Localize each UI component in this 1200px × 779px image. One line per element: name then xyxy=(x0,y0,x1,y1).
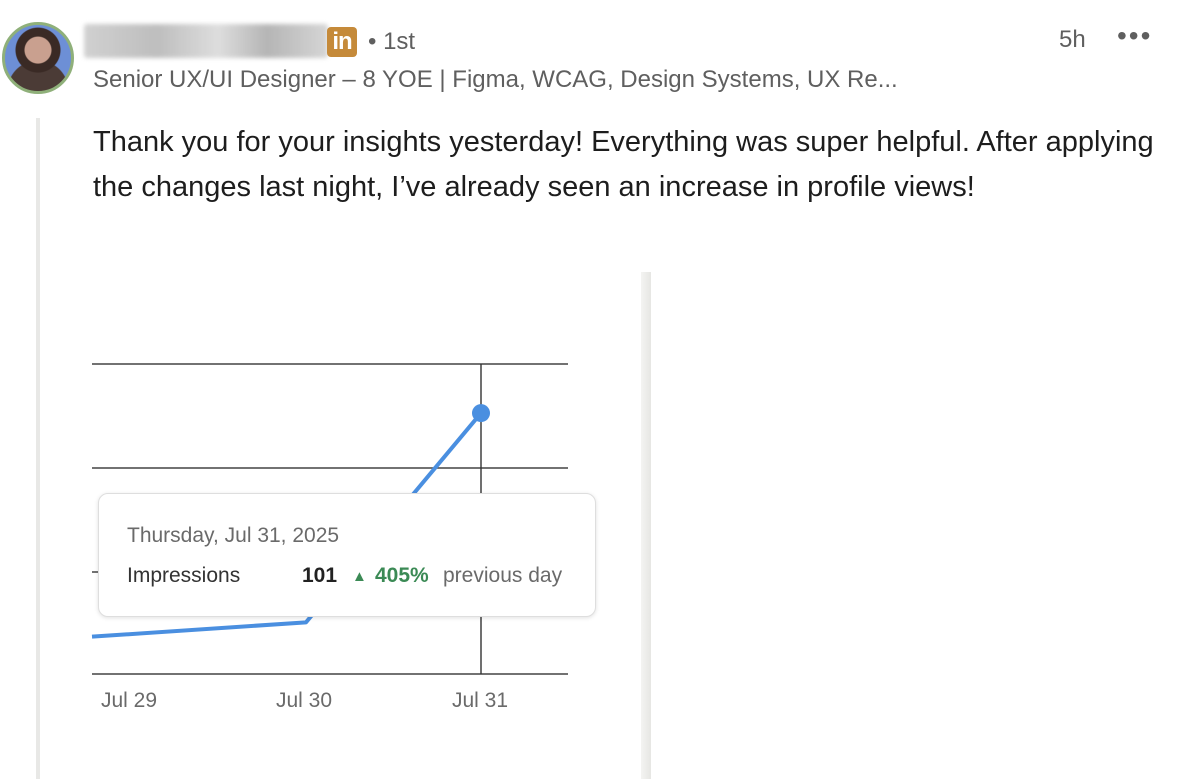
x-tick-label: Jul 29 xyxy=(101,689,158,712)
chart-tooltip: Thursday, Jul 31, 2025 Impressions 101 ▲… xyxy=(98,493,596,617)
tooltip-suffix: previous day xyxy=(443,564,563,587)
tooltip-change: 405% xyxy=(375,564,429,587)
impressions-chart xyxy=(91,363,568,675)
x-tick-label: Jul 30 xyxy=(276,689,333,712)
data-point xyxy=(472,404,490,423)
up-arrow-icon: ▲ xyxy=(352,568,367,585)
tooltip-value: 101 xyxy=(302,564,338,587)
x-tick-label: Jul 31 xyxy=(452,689,509,712)
tooltip-date: Thursday, Jul 31, 2025 xyxy=(127,524,340,547)
tooltip-label: Impressions xyxy=(127,564,241,587)
